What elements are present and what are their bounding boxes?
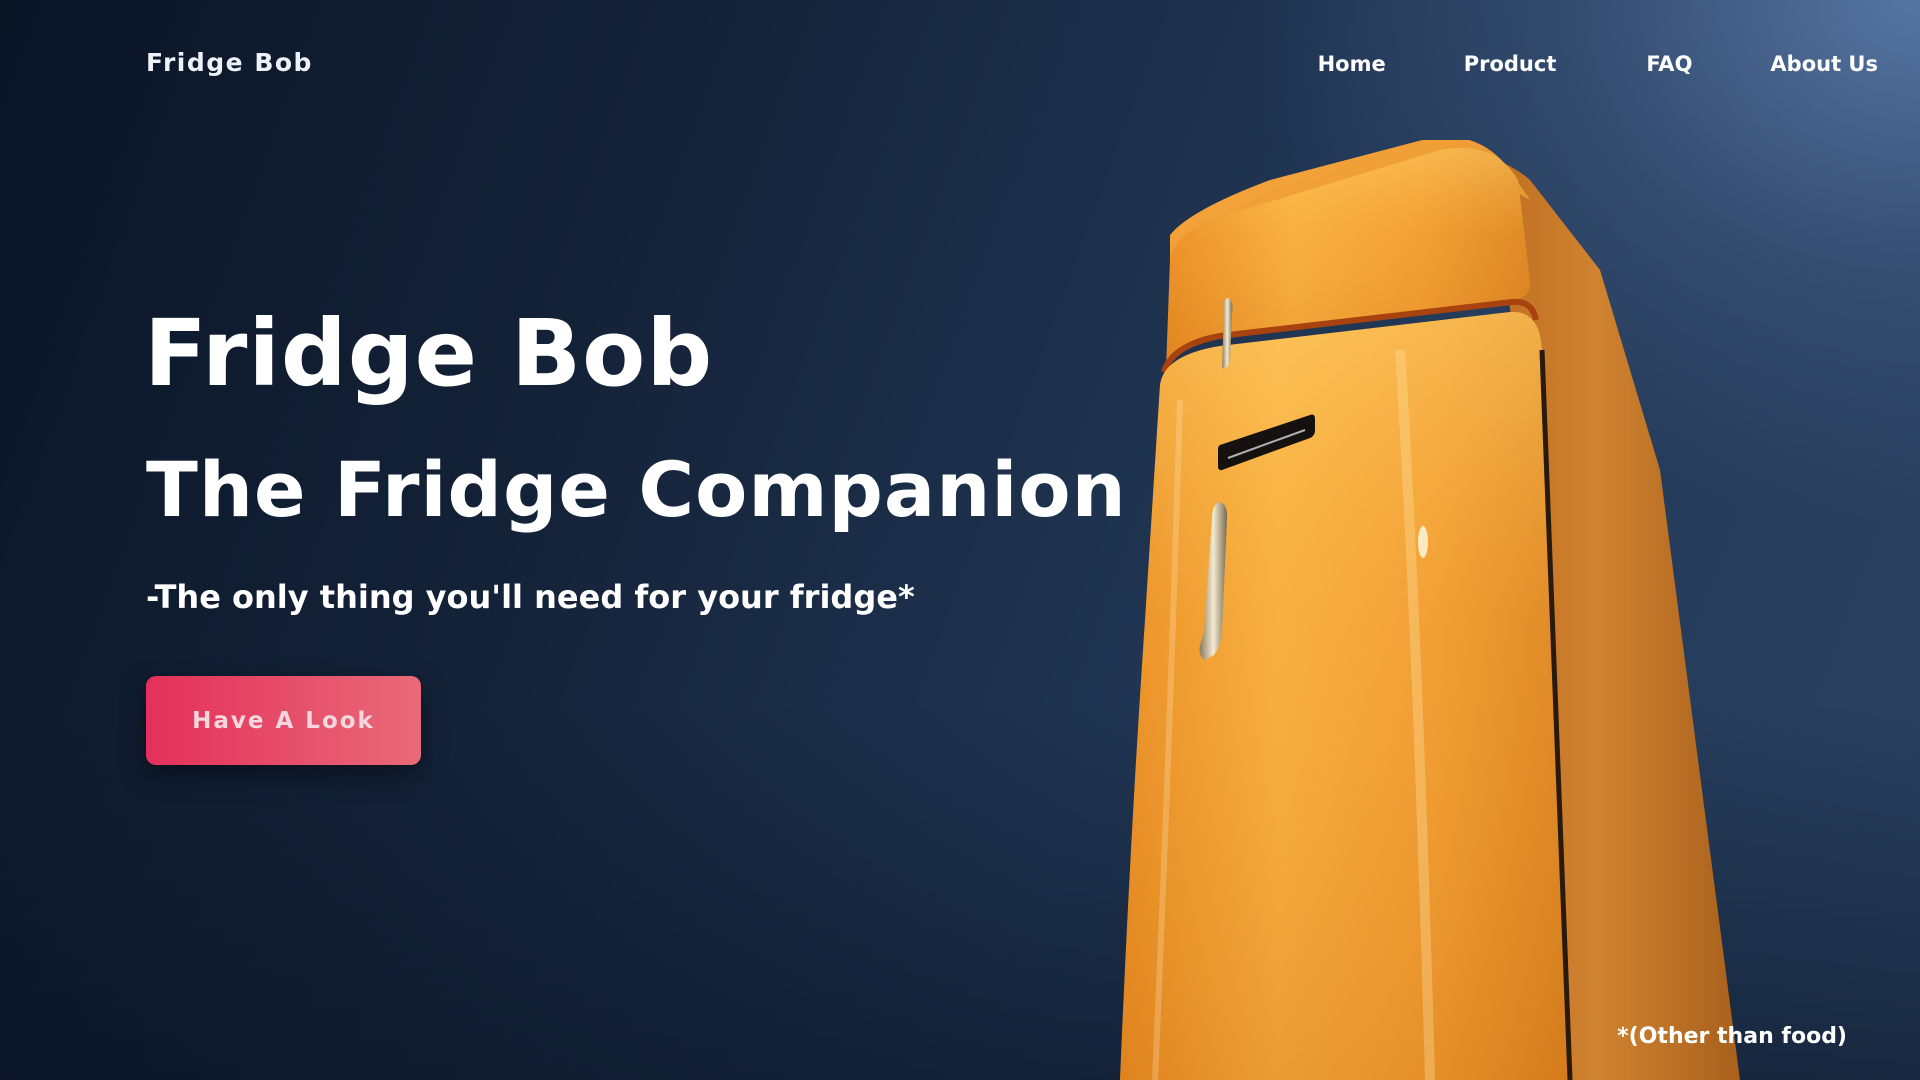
have-a-look-button[interactable]: Have A Look [146, 676, 421, 765]
landing-page: Fridge Bob Home Product FAQ About Us Fri… [0, 0, 1920, 1080]
nav-home-link[interactable]: Home [1318, 52, 1386, 76]
brand-logo[interactable]: Fridge Bob [146, 48, 313, 77]
hero-subtitle: The Fridge Companion [146, 445, 1127, 534]
hero-title: Fridge Bob [144, 300, 714, 407]
nav-product-link[interactable]: Product [1464, 52, 1557, 76]
nav-faq-link[interactable]: FAQ [1646, 52, 1692, 76]
footnote: *(Other than food) [1617, 1024, 1847, 1049]
nav-about-link[interactable]: About Us [1770, 52, 1878, 76]
fridge-image [1120, 140, 1740, 1080]
top-nav: Home Product FAQ About Us [1318, 52, 1878, 76]
hero-tagline: -The only thing you'll need for your fri… [146, 578, 915, 616]
